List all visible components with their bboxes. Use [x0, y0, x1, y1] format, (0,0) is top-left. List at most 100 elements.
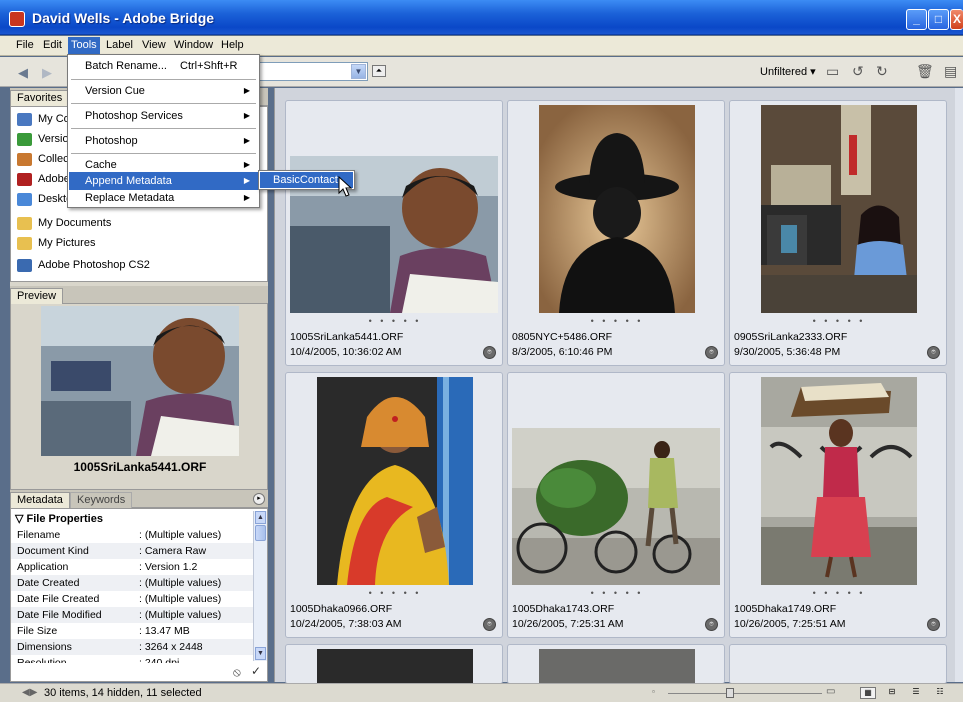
preview-filename: 1005SriLanka5441.ORF: [73, 460, 207, 474]
thumbnail-filename: 1005Dhaka0966.ORF: [290, 603, 393, 615]
photoshop-icon: [17, 258, 32, 272]
rating-stars[interactable]: • • • • •: [508, 316, 726, 326]
favorite-item[interactable]: My Documents: [17, 213, 111, 233]
rating-stars[interactable]: • • • • •: [286, 316, 504, 326]
thumbnail-image: [512, 428, 720, 585]
thumbnail-image: [317, 377, 473, 585]
disclosure-triangle-icon: ▽: [15, 513, 27, 525]
details-view-icon[interactable]: ☰: [908, 687, 924, 699]
thumbnail-date: 9/30/2005, 5:36:48 PM: [734, 346, 841, 358]
rating-stars[interactable]: • • • • •: [286, 588, 504, 598]
thumbnail-image: [317, 649, 473, 685]
thumbnail-cell[interactable]: [729, 644, 947, 684]
rating-stars[interactable]: • • • • •: [730, 316, 948, 326]
versions-view-icon[interactable]: ☷: [932, 687, 948, 699]
thumbnail-date: 10/26/2005, 7:25:31 AM: [512, 618, 624, 630]
rotate-right-icon[interactable]: ↻: [876, 63, 888, 80]
apply-check-icon[interactable]: ✓: [251, 664, 261, 678]
submenu-arrow-icon: ▶: [243, 86, 250, 95]
toggle-panels-icon[interactable]: ◀▶: [22, 687, 37, 698]
preview-tabstrip: Preview: [10, 286, 268, 304]
rotate-left-icon[interactable]: ↺: [852, 63, 864, 80]
camera-raw-badge-icon: ⌾: [705, 346, 718, 359]
thumbnail-filename: 1005Dhaka1749.ORF: [734, 603, 837, 615]
metadata-scrollbar[interactable]: ▲ ▼: [253, 511, 267, 661]
thumbnail-cell[interactable]: [285, 644, 503, 685]
close-button[interactable]: X: [950, 9, 963, 30]
favorite-item[interactable]: My Pictures: [17, 233, 95, 253]
tab-keywords[interactable]: Keywords: [70, 492, 133, 508]
rating-stars[interactable]: • • • • •: [730, 588, 948, 598]
thumbnail-date: 8/3/2005, 6:10:46 PM: [512, 346, 613, 358]
menu-file[interactable]: File: [13, 39, 37, 51]
go-up-icon[interactable]: ⏶: [372, 65, 386, 77]
menu-edit[interactable]: Edit: [40, 39, 65, 51]
camera-raw-badge-icon: ⌾: [927, 346, 940, 359]
thumbnail-cell[interactable]: • • • • • 1005Dhaka0966.ORF 10/24/2005, …: [285, 372, 503, 638]
menu-view[interactable]: View: [139, 39, 169, 51]
thumbnail-cell[interactable]: • • • • • 0905SriLanka2333.ORF 9/30/2005…: [729, 100, 947, 366]
menu-item-append-metadata[interactable]: Append Metadata ▶: [69, 172, 258, 190]
content-area: • • • • • 1005SriLanka5441.ORF 10/4/2005…: [274, 88, 963, 685]
menu-item-photoshop[interactable]: Photoshop ▶: [69, 132, 258, 150]
version-cue-icon: [17, 132, 32, 146]
scroll-thumb[interactable]: [255, 525, 266, 541]
file-properties-header[interactable]: ▽ File Properties: [15, 512, 103, 525]
metadata-row: Document Kind: Camera Raw: [11, 543, 253, 559]
thumbnail-cell[interactable]: • • • • • 1005Dhaka1743.ORF 10/26/2005, …: [507, 372, 725, 638]
content-scrollbar[interactable]: [955, 88, 963, 682]
panel-menu-icon[interactable]: ▸: [253, 493, 265, 505]
thumbnail-cell[interactable]: • • • • • 0805NYC+5486.ORF 8/3/2005, 6:1…: [507, 100, 725, 366]
metadata-row: Application: Version 1.2: [17, 561, 198, 573]
large-thumb-icon[interactable]: ▭: [826, 686, 835, 697]
back-arrow-icon[interactable]: ◀: [18, 65, 28, 81]
menu-label[interactable]: Label: [103, 39, 136, 51]
compact-mode-icon[interactable]: ▤: [944, 63, 957, 80]
thumbnail-size-slider[interactable]: [668, 693, 822, 694]
trash-icon[interactable]: 🗑: [916, 63, 934, 80]
stock-photos-icon: [17, 172, 32, 186]
thumbnail-image: [761, 377, 917, 585]
menu-help[interactable]: Help: [218, 39, 247, 51]
metadata-row: Date File Created: (Multiple values): [17, 593, 222, 605]
filter-dropdown[interactable]: Unfiltered ▾: [760, 65, 816, 78]
filmstrip-view-icon[interactable]: ⊟: [884, 687, 900, 699]
maximize-button[interactable]: □: [928, 9, 949, 30]
metadata-row: Resolution: 240 dpi: [17, 657, 180, 663]
menu-bar: File Edit Tools Label View Window Help: [0, 36, 963, 56]
scroll-up-icon[interactable]: ▲: [255, 511, 266, 524]
tab-favorites[interactable]: Favorites: [10, 90, 70, 106]
menu-item-replace-metadata[interactable]: Replace Metadata ▶: [69, 189, 258, 207]
chevron-down-icon[interactable]: ▼: [351, 64, 366, 79]
metadata-row: Filename: (Multiple values): [17, 529, 222, 541]
menu-item-batch-rename[interactable]: Batch Rename... Ctrl+Shft+R: [69, 57, 258, 75]
slider-knob[interactable]: [726, 688, 734, 698]
scroll-down-icon[interactable]: ▼: [255, 647, 266, 660]
thumbnails-view-icon[interactable]: ▦: [860, 687, 876, 699]
thumbnail-date: 10/26/2005, 7:25:51 AM: [734, 618, 846, 630]
menu-item-version-cue[interactable]: Version Cue ▶: [69, 82, 258, 100]
menu-item-photoshop-services[interactable]: Photoshop Services ▶: [69, 107, 258, 125]
thumbnail-cell[interactable]: • • • • • 1005SriLanka5441.ORF 10/4/2005…: [285, 100, 503, 366]
rating-stars[interactable]: • • • • •: [508, 588, 726, 598]
status-bar: ◀▶ 30 items, 14 hidden, 11 selected ▫ ▭ …: [0, 683, 963, 702]
minimize-button[interactable]: _: [906, 9, 927, 30]
cancel-icon[interactable]: ⦸: [233, 665, 241, 680]
metadata-panel: ▽ File Properties Filename: (Multiple va…: [10, 508, 268, 682]
menu-separator: [71, 128, 256, 129]
tab-metadata[interactable]: Metadata: [10, 492, 70, 508]
tab-preview[interactable]: Preview: [10, 288, 64, 304]
camera-raw-badge-icon: ⌾: [483, 618, 496, 631]
new-folder-icon[interactable]: ▭: [826, 63, 839, 80]
menu-window[interactable]: Window: [171, 39, 216, 51]
thumbnail-cell[interactable]: [507, 644, 725, 685]
menu-tools[interactable]: Tools: [68, 37, 100, 55]
path-dropdown[interactable]: ▼: [255, 62, 368, 81]
metadata-tabstrip: Metadata Keywords ▸: [10, 490, 268, 508]
favorite-item[interactable]: Adobe Photoshop CS2: [17, 255, 150, 275]
small-thumb-icon[interactable]: ▫: [652, 687, 655, 696]
thumbnail-date: 10/24/2005, 7:38:03 AM: [290, 618, 402, 630]
forward-arrow-icon[interactable]: ▶: [42, 65, 52, 81]
thumbnail-image: [761, 105, 917, 313]
thumbnail-cell[interactable]: • • • • • 1005Dhaka1749.ORF 10/26/2005, …: [729, 372, 947, 638]
